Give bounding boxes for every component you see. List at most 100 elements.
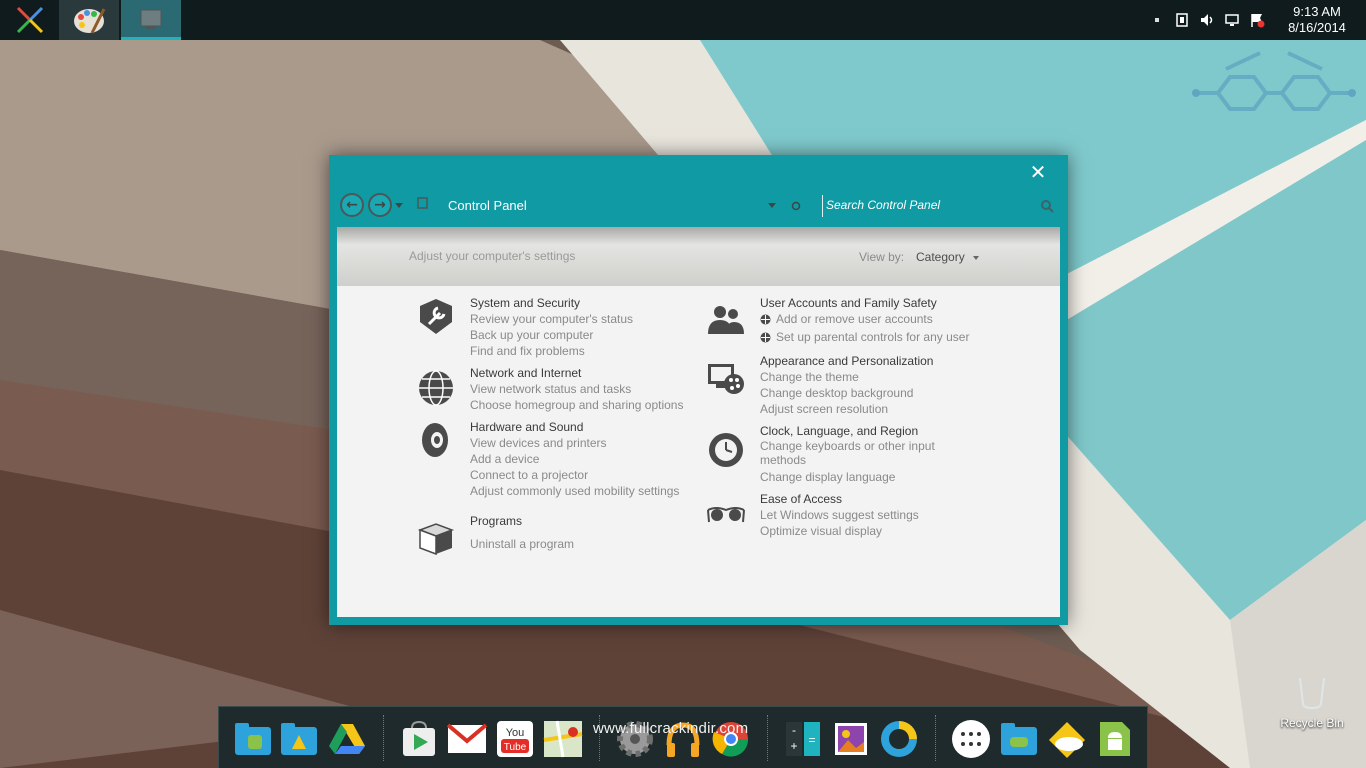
taskbar-control-panel-app[interactable]	[121, 0, 181, 40]
clock-time: 9:13 AM	[1293, 4, 1341, 19]
category-hardware-and-sound: Hardware and Sound View devices and prin…	[422, 420, 679, 499]
display-icon[interactable]	[1224, 12, 1240, 28]
network-status-link[interactable]: View network status and tasks	[470, 381, 683, 397]
control-panel-window: ✕ ← → Control Panel Search Control Panel…	[329, 155, 1068, 625]
programs-link[interactable]: Programs	[470, 514, 574, 529]
uac-shield-icon	[760, 332, 771, 342]
start-button[interactable]	[0, 0, 60, 40]
network-plug-icon[interactable]	[1174, 12, 1190, 28]
dock-android-app[interactable]	[1095, 719, 1135, 759]
programs-box-icon	[417, 523, 455, 556]
search-input[interactable]: Search Control Panel	[826, 198, 940, 212]
back-button[interactable]: ←	[340, 193, 364, 217]
svg-text:=: =	[808, 733, 815, 747]
weather-sun-cloud-icon	[1049, 722, 1085, 758]
dock-hangouts[interactable]	[879, 719, 919, 759]
search-icon[interactable]	[1040, 199, 1054, 213]
games-folder-icon	[1001, 723, 1037, 755]
category-programs: Programs Uninstall a program	[417, 514, 574, 556]
category-user-accounts: User Accounts and Family Safety Add or r…	[708, 296, 969, 345]
address-dropdown-chevron-icon[interactable]	[767, 202, 777, 210]
start-x-icon	[16, 6, 44, 34]
dock-drive-folder[interactable]	[279, 719, 319, 759]
refresh-icon[interactable]	[790, 200, 802, 212]
address-path[interactable]: Control Panel	[448, 198, 527, 213]
dock-weather[interactable]	[1047, 719, 1087, 759]
homegroup-link[interactable]: Choose homegroup and sharing options	[470, 397, 683, 413]
speaker-icon[interactable]	[1199, 12, 1215, 28]
add-remove-accounts-text: Add or remove user accounts	[776, 312, 933, 326]
gallery-image-icon	[835, 723, 867, 755]
display-language-link[interactable]: Change display language	[760, 469, 935, 485]
change-keyboards-link-cont[interactable]: methods	[760, 453, 935, 467]
recent-pages-chevron-down-icon[interactable]	[394, 202, 404, 210]
connect-projector-link[interactable]: Connect to a projector	[470, 467, 679, 483]
category-network-and-internet: Network and Internet View network status…	[419, 366, 683, 413]
control-panel-icon	[140, 9, 162, 29]
network-globe-icon	[419, 370, 453, 406]
review-status-link[interactable]: Review your computer's status	[470, 311, 633, 327]
hardware-and-sound-link[interactable]: Hardware and Sound	[470, 420, 679, 435]
dock-calculator[interactable]: - + =	[783, 719, 823, 759]
change-theme-link[interactable]: Change the theme	[760, 369, 933, 385]
chevron-down-icon	[973, 256, 980, 260]
desktop-background-link[interactable]: Change desktop background	[760, 385, 933, 401]
system-tray: 9:13 AM 8/16/2014	[1149, 0, 1366, 40]
search-box[interactable]: Search Control Panel	[822, 195, 1060, 217]
screen-resolution-link[interactable]: Adjust screen resolution	[760, 401, 933, 417]
find-fix-problems-link[interactable]: Find and fix problems	[470, 343, 633, 359]
appearance-monitor-palette-icon	[708, 364, 744, 394]
dock-games-folder[interactable]	[999, 719, 1039, 759]
taskbar: 9:13 AM 8/16/2014	[0, 0, 1366, 40]
svg-text:+: +	[790, 739, 797, 753]
mobility-settings-link[interactable]: Adjust commonly used mobility settings	[470, 483, 679, 499]
calculator-icon: - + =	[786, 722, 820, 756]
network-and-internet-link[interactable]: Network and Internet	[470, 366, 683, 381]
recycle-bin[interactable]: Recycle Bin	[1278, 676, 1346, 730]
close-button[interactable]: ✕	[1026, 159, 1050, 185]
play-store-icon	[403, 720, 435, 756]
change-keyboards-link[interactable]: Change keyboards or other input	[760, 439, 935, 453]
control-panel-content: Adjust your computer's settings View by:…	[337, 227, 1060, 617]
address-bar: ← → Control Panel Search Control Panel	[337, 191, 1059, 221]
user-accounts-link[interactable]: User Accounts and Family Safety	[760, 296, 969, 311]
control-panel-small-icon	[417, 197, 428, 209]
windows-suggest-link[interactable]: Let Windows suggest settings	[760, 507, 919, 523]
view-by-dropdown[interactable]: Category	[916, 250, 980, 264]
dock-google-maps[interactable]	[543, 719, 583, 759]
dock-youtube[interactable]: You Tube	[495, 719, 535, 759]
parental-controls-link[interactable]: Set up parental controls for any user	[760, 329, 969, 345]
dock-play-store[interactable]	[399, 719, 439, 759]
tray-dot-icon[interactable]	[1149, 12, 1165, 28]
hardware-speaker-icon	[422, 423, 448, 457]
google-drive-icon	[329, 724, 365, 754]
clock-date: 8/16/2014	[1288, 20, 1346, 35]
view-by-label: View by:	[859, 250, 905, 264]
dock-gmail[interactable]	[447, 719, 487, 759]
dock-android-folder[interactable]	[233, 719, 273, 759]
dock-separator	[767, 715, 769, 761]
taskbar-paint-app[interactable]	[59, 0, 119, 40]
optimize-display-link[interactable]: Optimize visual display	[760, 523, 919, 539]
devices-printers-link[interactable]: View devices and printers	[470, 435, 679, 451]
system-and-security-link[interactable]: System and Security	[470, 296, 633, 311]
chat-bubble-icon	[881, 721, 917, 757]
forward-button[interactable]: →	[368, 193, 392, 217]
add-device-link[interactable]: Add a device	[470, 451, 679, 467]
uac-shield-icon	[760, 314, 771, 324]
dock-gallery[interactable]	[831, 719, 871, 759]
dock-google-drive[interactable]	[327, 719, 367, 759]
page-title: Adjust your computer's settings	[409, 249, 576, 263]
appearance-link[interactable]: Appearance and Personalization	[760, 354, 933, 369]
uninstall-program-link[interactable]: Uninstall a program	[470, 536, 574, 552]
clock-language-region-link[interactable]: Clock, Language, and Region	[760, 424, 935, 439]
drive-folder-icon	[281, 723, 317, 755]
svg-text:Tube: Tube	[504, 742, 527, 753]
back-up-link[interactable]: Back up your computer	[470, 327, 633, 343]
ease-of-access-link[interactable]: Ease of Access	[760, 492, 919, 507]
system-security-shield-wrench-icon	[420, 299, 452, 334]
add-remove-accounts-link[interactable]: Add or remove user accounts	[760, 311, 969, 327]
dock-app-drawer[interactable]	[951, 719, 991, 759]
action-center-flag-icon[interactable]	[1249, 12, 1265, 28]
clock[interactable]: 9:13 AM 8/16/2014	[1274, 4, 1360, 36]
